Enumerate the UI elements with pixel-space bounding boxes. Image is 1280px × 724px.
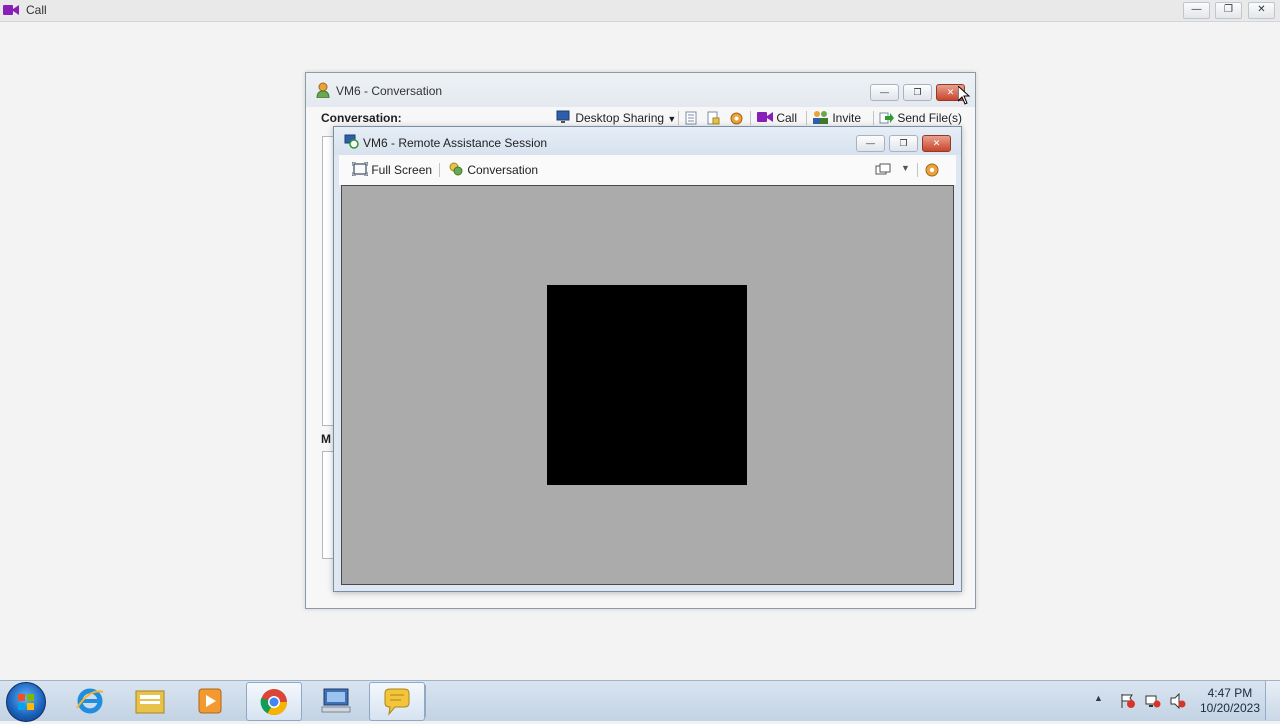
conversation-icon [449, 162, 463, 176]
app-restore-button[interactable]: ❐ [1215, 2, 1242, 19]
app-minimize-button[interactable]: — [1183, 2, 1210, 19]
toolbar-separator [678, 111, 679, 125]
network-icon[interactable] [1145, 693, 1161, 709]
taskbar: ▲ 4:47 PM 10/20/2023 [0, 680, 1280, 722]
full-screen-icon [351, 161, 369, 177]
invite-button[interactable]: Invite [812, 109, 861, 127]
notes-icon[interactable] [684, 111, 698, 125]
desktop-sharing-icon [556, 110, 570, 123]
chevron-down-icon: ▼ [667, 114, 677, 124]
contact-icon [316, 82, 330, 98]
conversation-title: VM6 - Conversation [336, 84, 443, 98]
send-files-button[interactable]: Send File(s) [879, 109, 962, 127]
remote-minimize-button[interactable]: — [856, 135, 885, 152]
conversation-minimize-button[interactable]: — [870, 84, 899, 101]
call-label: Call [776, 111, 798, 125]
start-orb[interactable] [6, 682, 46, 722]
toolbar-separator [806, 111, 807, 125]
remote-toolbar: Full Screen Conversation ▼ [339, 155, 956, 185]
toolbar-separator [873, 111, 874, 125]
remote-assistance-window: VM6 - Remote Assistance Session — ❐ ✕ Fu… [333, 126, 962, 592]
media-player-icon [198, 688, 222, 713]
messenger-button[interactable] [369, 682, 425, 721]
conversation-label: Conversation: [321, 111, 402, 125]
system-tray: ▲ 4:47 PM 10/20/2023 [1090, 681, 1280, 721]
clock-time: 4:47 PM [1207, 686, 1253, 700]
chrome-icon [260, 688, 288, 715]
file-explorer-icon [135, 690, 165, 713]
app-title-bar: Call — ❐ ✕ [0, 0, 1280, 22]
conversation-maximize-button[interactable]: ❐ [903, 84, 932, 101]
remote-desktop-button[interactable] [309, 682, 363, 719]
toolbar-separator [917, 163, 918, 177]
conversation-title-bar[interactable]: VM6 - Conversation — ❐ ✕ [306, 73, 975, 107]
action-center-flag-icon[interactable] [1120, 693, 1136, 709]
video-camera-icon [3, 5, 19, 15]
toolbar-separator [439, 163, 440, 177]
remote-close-button[interactable]: ✕ [922, 135, 951, 152]
conversation-button[interactable]: Conversation [448, 161, 538, 179]
mouse-cursor-icon [958, 86, 970, 105]
invite-users-icon [813, 111, 828, 124]
screen-layout-icon[interactable] [875, 163, 891, 177]
remote-assistance-title-bar[interactable]: VM6 - Remote Assistance Session — ❐ ✕ [334, 127, 961, 155]
video-call-icon [757, 112, 773, 122]
desktop-sharing-label: Desktop Sharing [575, 111, 665, 125]
remote-screen-content [547, 285, 747, 485]
volume-muted-icon[interactable] [1170, 693, 1186, 709]
send-files-label: Send File(s) [897, 111, 963, 125]
settings-gear-icon[interactable] [729, 111, 744, 126]
file-transfer-icon[interactable] [706, 111, 720, 125]
taskbar-clock[interactable]: 4:47 PM 10/20/2023 [1200, 686, 1260, 716]
remote-assistance-icon [344, 134, 359, 149]
remote-assistance-title: VM6 - Remote Assistance Session [363, 136, 548, 150]
chat-bubble-icon [384, 688, 410, 716]
remote-desktop-icon [321, 688, 351, 712]
invite-label: Invite [832, 111, 862, 125]
clock-date: 10/20/2023 [1199, 701, 1260, 715]
file-explorer-button[interactable] [123, 682, 177, 719]
send-file-icon [879, 112, 894, 124]
remote-maximize-button[interactable]: ❐ [889, 135, 918, 152]
desktop-sharing-button[interactable]: Desktop Sharing ▼ [556, 109, 676, 127]
message-label: M [321, 432, 331, 446]
media-player-button[interactable] [183, 682, 237, 719]
show-hidden-icons-icon[interactable]: ▲ [1094, 693, 1103, 703]
internet-explorer-icon [76, 688, 104, 713]
windows-logo-icon [18, 694, 34, 710]
settings-gear-icon[interactable] [924, 162, 940, 178]
conversation-label: Conversation [467, 163, 539, 177]
show-desktop-button[interactable] [1265, 681, 1280, 720]
full-screen-button[interactable]: Full Screen [351, 161, 433, 179]
chrome-button[interactable] [246, 682, 302, 721]
app-title: Call [26, 3, 47, 17]
internet-explorer-button[interactable] [63, 682, 117, 719]
call-button[interactable]: Call [757, 109, 797, 127]
remote-screen-viewport[interactable] [341, 185, 954, 585]
toolbar-separator [750, 111, 751, 125]
chevron-down-icon[interactable]: ▼ [901, 163, 910, 173]
app-close-button[interactable]: ✕ [1248, 2, 1275, 19]
taskbar-divider [425, 685, 426, 717]
full-screen-label: Full Screen [371, 163, 433, 177]
